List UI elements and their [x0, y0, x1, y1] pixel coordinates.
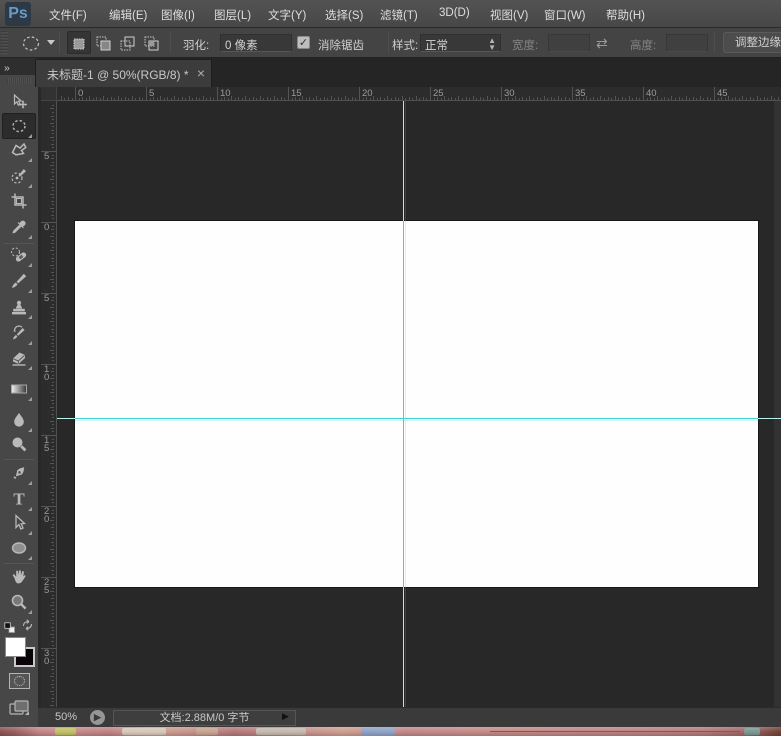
svg-text:T: T	[13, 490, 25, 508]
